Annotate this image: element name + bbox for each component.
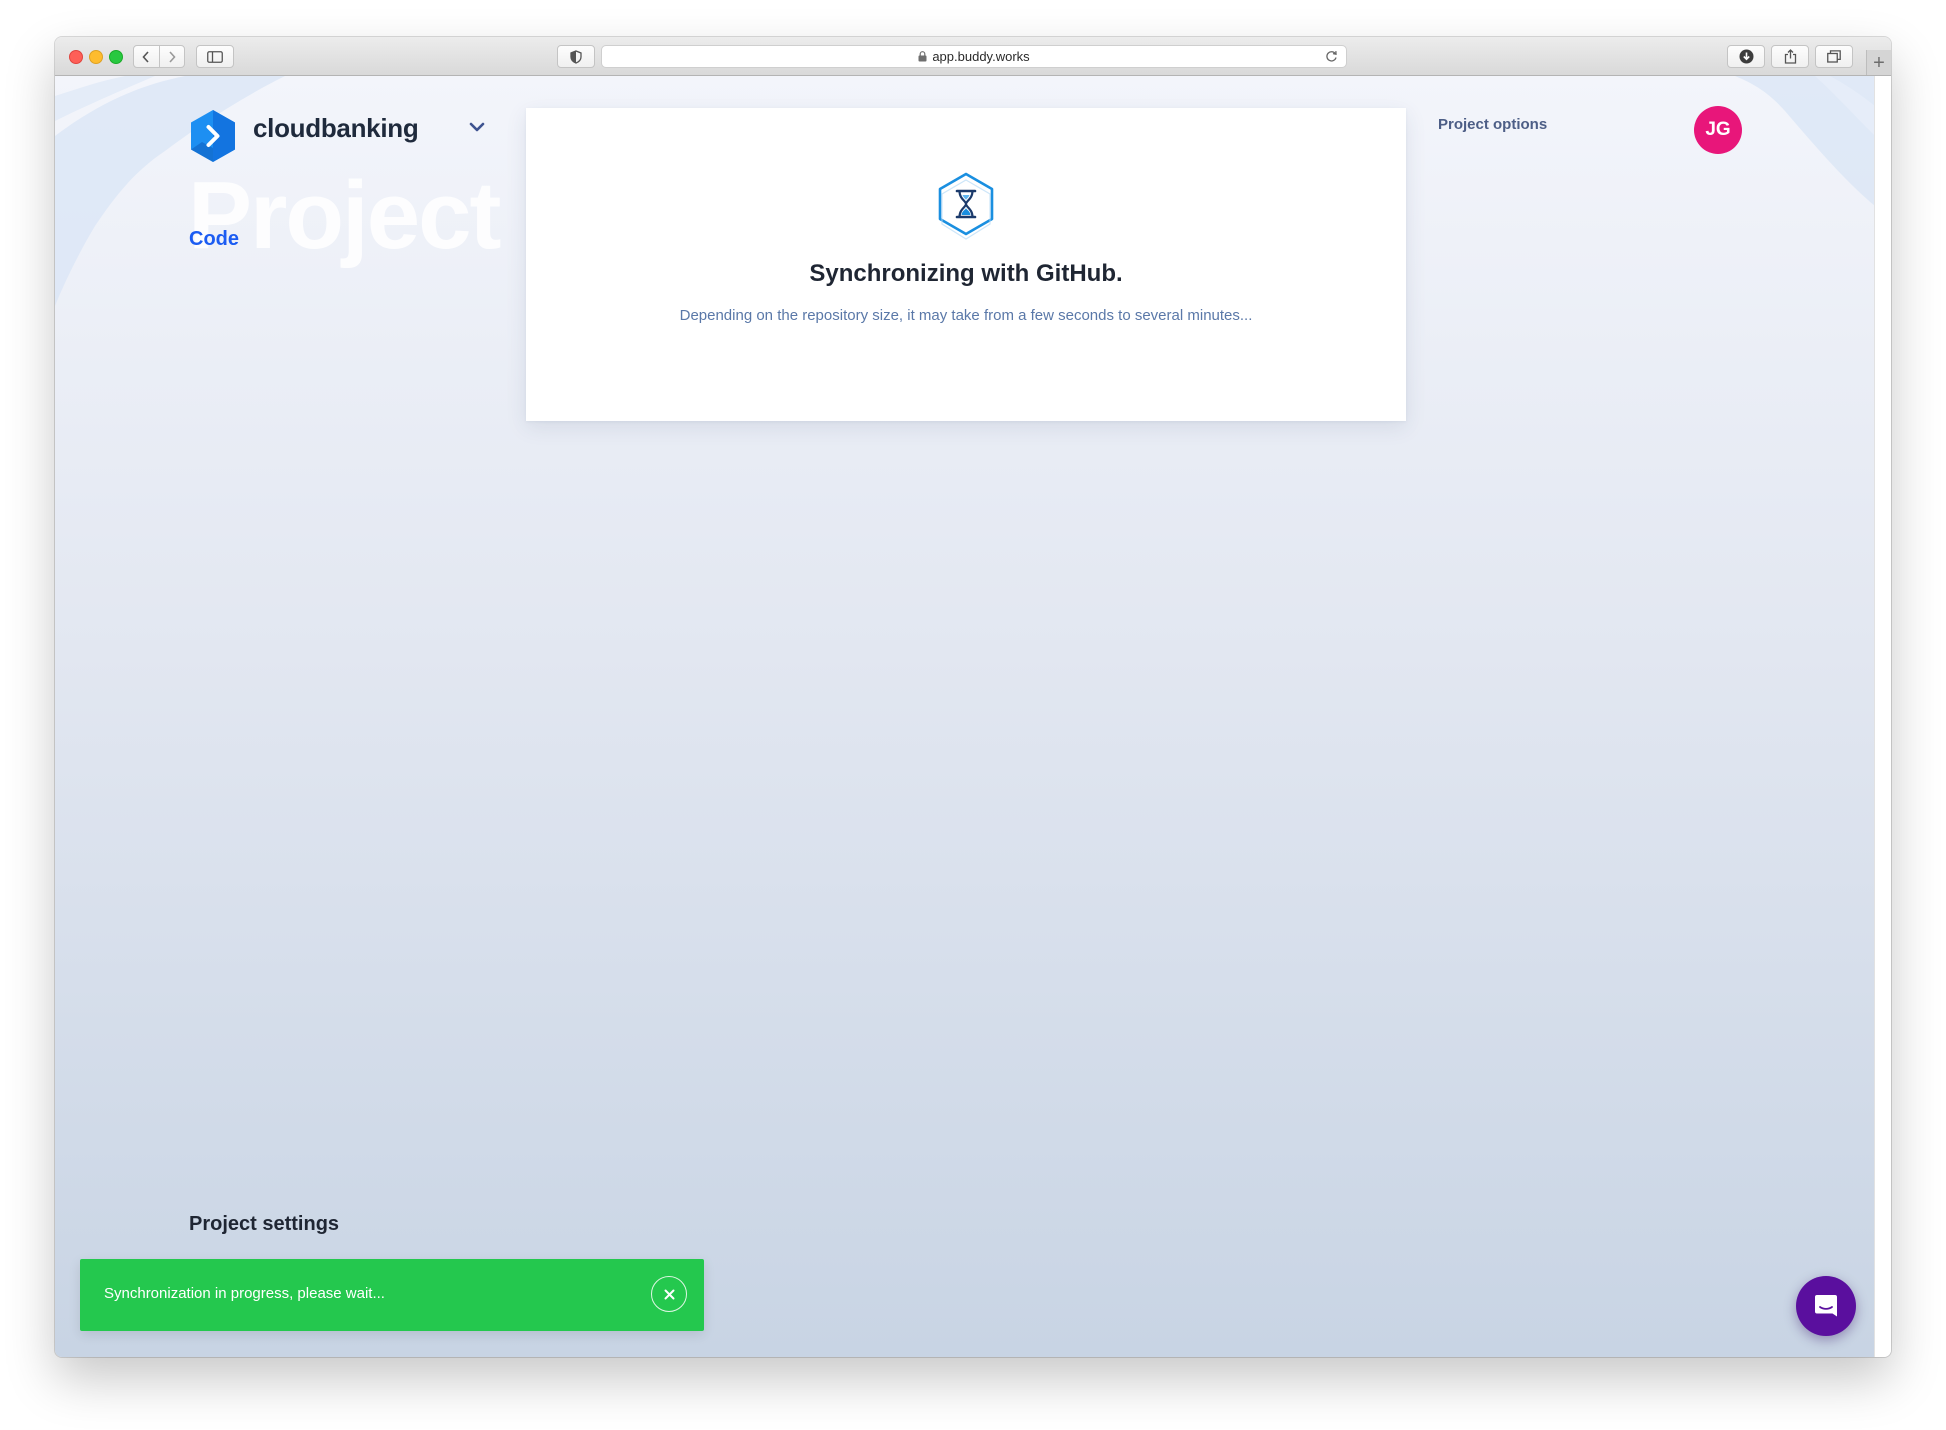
sync-status-card: Synchronizing with GitHub. Depending on … [526,108,1406,421]
sidebar-icon [207,50,223,63]
share-button[interactable] [1771,45,1809,68]
chevron-left-icon [142,50,149,63]
zoom-window-button[interactable] [109,50,123,64]
reload-button[interactable] [1325,50,1338,68]
forward-button[interactable] [158,46,185,67]
download-icon [1739,49,1753,64]
privacy-report-button[interactable] [557,45,595,68]
sidebar-toggle-button[interactable] [196,45,234,68]
project-options-link[interactable]: Project options [1438,116,1547,133]
toast-close-button[interactable] [651,1276,687,1312]
close-icon [664,1289,674,1299]
chat-launcher-button[interactable] [1796,1276,1856,1336]
tab-overview-button[interactable] [1815,45,1853,68]
hourglass-icon [938,172,994,240]
new-tab-button[interactable]: + [1866,50,1891,75]
sync-toast: Synchronization in progress, please wait… [80,1259,704,1331]
app-page: cloudbanking Project Code Project option… [55,76,1875,1357]
reload-icon [1326,51,1337,62]
buddy-logo-icon [191,110,235,162]
back-button[interactable] [134,46,159,67]
chevron-right-icon [169,50,176,63]
lock-icon [918,51,927,62]
chat-bubble-icon [1815,1295,1837,1317]
close-window-button[interactable] [69,50,83,64]
section-label-code: Code [189,228,239,250]
project-settings-heading: Project settings [189,1213,340,1235]
sync-title: Synchronizing with GitHub. [809,260,1123,287]
sync-description: Depending on the repository size, it may… [679,307,1253,324]
user-avatar[interactable]: JG [1694,106,1742,154]
project-name[interactable]: cloudbanking [253,113,419,144]
address-url: app.buddy.works [932,49,1030,64]
history-nav-group [133,45,185,68]
tabs-icon [1827,50,1841,63]
downloads-button[interactable] [1727,45,1765,68]
chevron-down-icon[interactable] [469,122,485,132]
toast-message: Synchronization in progress, please wait… [104,1285,385,1302]
page-scrollbar-track[interactable] [1874,76,1891,1357]
address-bar[interactable]: app.buddy.works [601,45,1347,68]
browser-toolbar: app.buddy.works + [55,37,1891,76]
minimize-window-button[interactable] [89,50,103,64]
share-icon [1784,49,1796,64]
browser-window: app.buddy.works + cloudbanking Project C… [55,37,1891,1357]
shield-icon [570,49,582,64]
